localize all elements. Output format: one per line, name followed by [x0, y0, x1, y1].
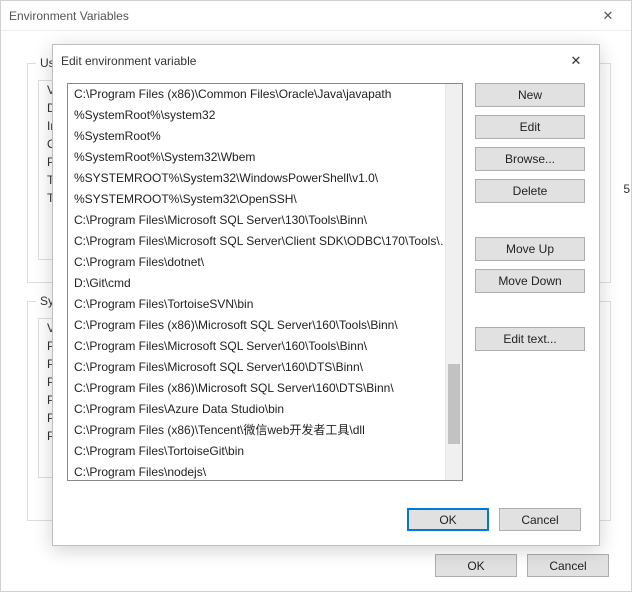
move-up-button[interactable]: Move Up — [475, 237, 585, 261]
scrollbar-thumb[interactable] — [448, 364, 460, 444]
modal-titlebar: Edit environment variable ✕ — [53, 45, 599, 77]
list-item[interactable]: C:\Program Files (x86)\Microsoft SQL Ser… — [68, 378, 462, 399]
path-list-scroll[interactable]: C:\Program Files (x86)\Common Files\Orac… — [68, 84, 462, 480]
list-item[interactable]: C:\Program Files (x86)\Common Files\Orac… — [68, 84, 462, 105]
scrollbar[interactable] — [445, 84, 462, 480]
path-listbox[interactable]: C:\Program Files (x86)\Common Files\Orac… — [67, 83, 463, 481]
list-item[interactable]: C:\Program Files\Microsoft SQL Server\Cl… — [68, 231, 462, 252]
parent-ok-button[interactable]: OK — [435, 554, 517, 577]
list-item[interactable]: C:\Program Files\Microsoft SQL Server\16… — [68, 336, 462, 357]
list-item[interactable]: %SYSTEMROOT%\System32\OpenSSH\ — [68, 189, 462, 210]
browse-button[interactable]: Browse... — [475, 147, 585, 171]
edit-text-button[interactable]: Edit text... — [475, 327, 585, 351]
modal-footer: OK Cancel — [407, 508, 581, 531]
list-item[interactable]: C:\Program Files (x86)\Tencent\微信web开发者工… — [68, 420, 462, 441]
close-icon[interactable]: ✕ — [593, 8, 623, 24]
list-item[interactable]: C:\Program Files\TortoiseSVN\bin — [68, 294, 462, 315]
list-item[interactable]: C:\Program Files\TortoiseGit\bin — [68, 441, 462, 462]
edit-button[interactable]: Edit — [475, 115, 585, 139]
list-item[interactable]: C:\Program Files (x86)\Microsoft SQL Ser… — [68, 315, 462, 336]
list-item[interactable]: %SystemRoot%\system32 — [68, 105, 462, 126]
parent-title: Environment Variables — [9, 9, 593, 23]
move-down-button[interactable]: Move Down — [475, 269, 585, 293]
modal-title: Edit environment variable — [61, 54, 561, 68]
parent-footer-buttons: OK Cancel — [435, 554, 609, 577]
edge-text: 5 — [623, 182, 630, 196]
delete-button[interactable]: Delete — [475, 179, 585, 203]
new-button[interactable]: New — [475, 83, 585, 107]
list-item[interactable]: %SystemRoot% — [68, 126, 462, 147]
list-item[interactable]: C:\Program Files\nodejs\ — [68, 462, 462, 480]
list-item[interactable]: C:\Program Files\Microsoft SQL Server\16… — [68, 357, 462, 378]
cancel-button[interactable]: Cancel — [499, 508, 581, 531]
side-buttons: New Edit Browse... Delete Move Up Move D… — [475, 83, 585, 351]
ok-button[interactable]: OK — [407, 508, 489, 531]
list-item[interactable]: %SystemRoot%\System32\Wbem — [68, 147, 462, 168]
list-item[interactable]: C:\Program Files\dotnet\ — [68, 252, 462, 273]
parent-cancel-button[interactable]: Cancel — [527, 554, 609, 577]
close-icon[interactable]: ✕ — [561, 53, 591, 69]
list-item[interactable]: D:\Git\cmd — [68, 273, 462, 294]
edit-env-var-dialog: Edit environment variable ✕ C:\Program F… — [52, 44, 600, 546]
modal-body: C:\Program Files (x86)\Common Files\Orac… — [67, 83, 585, 495]
list-item[interactable]: %SYSTEMROOT%\System32\WindowsPowerShell\… — [68, 168, 462, 189]
parent-titlebar: Environment Variables ✕ — [1, 1, 631, 31]
list-item[interactable]: C:\Program Files\Microsoft SQL Server\13… — [68, 210, 462, 231]
list-item[interactable]: C:\Program Files\Azure Data Studio\bin — [68, 399, 462, 420]
